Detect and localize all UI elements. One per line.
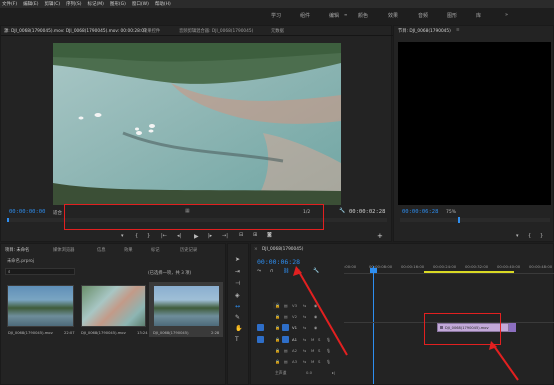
annotation-arrows (293, 266, 519, 381)
arrow-line-1 (297, 269, 348, 356)
arrow-line-2 (493, 345, 519, 381)
